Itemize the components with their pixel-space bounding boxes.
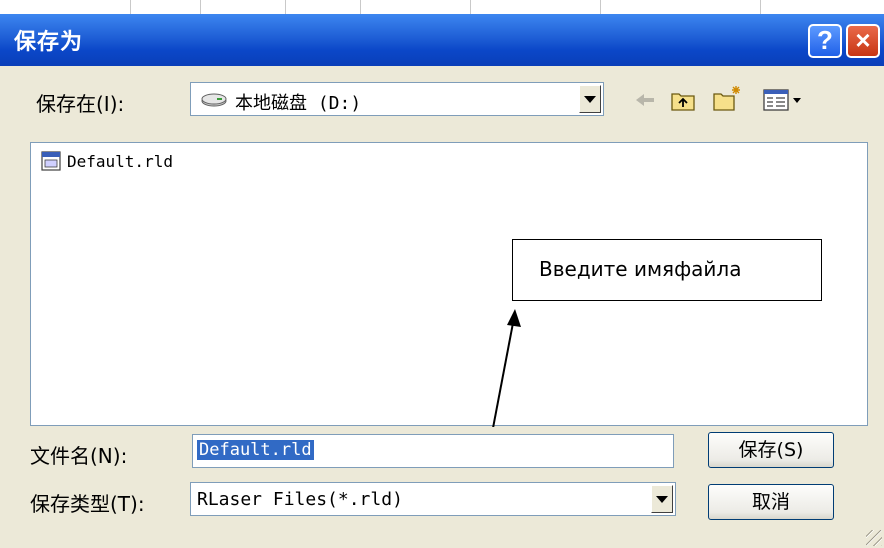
- save-in-dropdown[interactable]: 本地磁盘 (D:): [190, 82, 604, 116]
- ruler-tick: [200, 0, 201, 14]
- save-button[interactable]: 保存(S): [708, 432, 834, 468]
- close-button[interactable]: ×: [846, 24, 880, 58]
- ruler-tick: [760, 0, 761, 14]
- help-button[interactable]: ?: [808, 24, 842, 58]
- up-folder-icon[interactable]: [670, 88, 696, 112]
- title-bar[interactable]: 保存为 ? ×: [0, 14, 884, 66]
- back-arrow-icon[interactable]: [634, 90, 656, 110]
- save-as-dialog: 保存为 ? × 保存在(I): 本地磁盘 (D:) Default.rld Вв…: [0, 14, 884, 548]
- view-menu-icon[interactable]: [762, 88, 804, 112]
- save-in-label: 保存在(I):: [36, 92, 125, 116]
- annotation-callout: Введите имяфайла: [512, 239, 822, 301]
- annotation-text: Введите имяфайла: [539, 257, 742, 281]
- resize-grip-icon[interactable]: [866, 530, 882, 546]
- filetype-value: RLaser Files(*.rld): [197, 489, 403, 510]
- dialog-title: 保存为: [14, 30, 84, 55]
- filetype-dropdown[interactable]: RLaser Files(*.rld): [190, 482, 676, 516]
- ruler-tick: [470, 0, 471, 14]
- filetype-dropdown-button[interactable]: [651, 485, 673, 513]
- ruler-tick: [600, 0, 601, 14]
- background-strip: [0, 0, 884, 14]
- filetype-label: 保存类型(T):: [30, 492, 145, 516]
- filename-input[interactable]: Default.rld: [192, 434, 674, 468]
- new-folder-icon[interactable]: [712, 84, 742, 112]
- filename-value: Default.rld: [197, 440, 314, 460]
- ruler-tick: [130, 0, 131, 14]
- save-in-dropdown-button[interactable]: [579, 85, 601, 113]
- ruler-tick: [360, 0, 361, 14]
- filename-label: 文件名(N):: [30, 444, 128, 468]
- ruler-tick: [285, 0, 286, 14]
- cancel-button[interactable]: 取消: [708, 484, 834, 520]
- save-in-value: 本地磁盘 (D:): [235, 93, 362, 114]
- drive-icon: [201, 93, 227, 107]
